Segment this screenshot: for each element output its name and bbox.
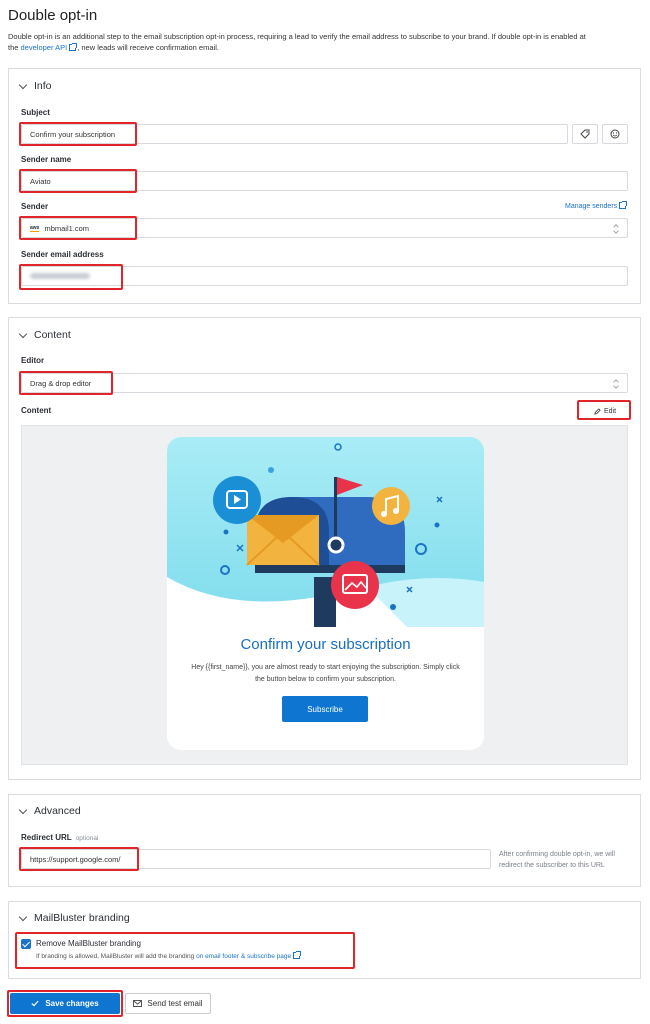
advanced-heading: Advanced: [34, 805, 81, 817]
content-heading: Content: [34, 329, 71, 341]
envelope-icon: [133, 1000, 143, 1007]
save-changes-label: Save changes: [45, 999, 99, 1008]
email-preview: Confirm your subscription Hey {{first_na…: [21, 425, 628, 765]
manage-senders-text: Manage senders: [565, 203, 618, 210]
branding-help-text: If branding is allowed, MailBluster will…: [36, 951, 302, 960]
chevron-down-icon: [18, 912, 28, 921]
select-arrows-icon: [613, 224, 619, 234]
developer-api-link[interactable]: developer API: [21, 43, 68, 52]
check-icon: [31, 1000, 39, 1007]
sender-name-label: Sender name: [21, 155, 72, 164]
redirect-url-label-text: Redirect URL: [21, 833, 72, 842]
save-changes-button[interactable]: Save changes: [10, 993, 120, 1014]
manage-senders-link[interactable]: Manage senders: [565, 201, 628, 210]
redirect-help-text: After confirming double opt-in, we will …: [499, 851, 615, 869]
branding-help-prefix: If branding is allowed, MailBluster will…: [36, 953, 197, 960]
send-test-email-button[interactable]: Send test email: [125, 993, 211, 1014]
preview-subscribe-button: Subscribe: [282, 696, 368, 722]
send-test-email-label: Send test email: [147, 999, 203, 1008]
info-panel: Info Subject Confirm your subscription S…: [8, 68, 641, 304]
preview-body: Hey {{first_name}}, you are almost ready…: [191, 664, 460, 683]
sender-label: Sender: [21, 202, 49, 211]
chevron-down-icon: [18, 805, 28, 814]
chevron-down-icon: [18, 80, 28, 89]
preview-title: Confirm your subscription: [240, 636, 411, 653]
personalization-tag-button[interactable]: [572, 124, 598, 144]
edit-label: Edit: [603, 408, 617, 415]
email-preview-card: Confirm your subscription Hey {{first_na…: [167, 437, 484, 750]
external-link-icon: [619, 201, 628, 209]
sender-name-value: Aviato: [30, 176, 51, 186]
remove-branding-checkbox[interactable]: [21, 939, 31, 949]
redacted-email: [30, 273, 90, 279]
sender-select[interactable]: aws mbmail1.com: [21, 218, 628, 238]
subject-label: Subject: [21, 108, 50, 117]
info-panel-toggle[interactable]: Info: [18, 80, 52, 92]
pencil-icon: [594, 408, 601, 415]
editor-value: Drag & drop editor: [30, 378, 92, 388]
page-description-tail: , new leads will receive confirmation em…: [77, 43, 219, 52]
edit-button[interactable]: Edit: [583, 403, 627, 420]
sender-email-input[interactable]: [21, 266, 628, 286]
redirect-url-label: Redirect URL optional: [21, 833, 98, 842]
sender-email-label: Sender email address: [21, 250, 104, 259]
editor-select[interactable]: Drag & drop editor: [21, 373, 628, 393]
subject-input[interactable]: Confirm your subscription: [21, 124, 568, 144]
branding-heading: MailBluster branding: [34, 912, 130, 924]
external-link-icon: [293, 951, 302, 959]
branding-highlight: [15, 932, 355, 969]
sender-name-input[interactable]: Aviato: [21, 171, 628, 191]
branding-panel: MailBluster branding Remove MailBluster …: [8, 901, 641, 979]
info-heading: Info: [34, 80, 52, 92]
emoji-icon: [610, 129, 620, 139]
subject-value: Confirm your subscription: [30, 129, 116, 139]
advanced-panel: Advanced Redirect URL optional https://su…: [8, 794, 641, 887]
page-description: Double opt-in is an additional step to t…: [8, 31, 588, 53]
optional-tag: optional: [75, 835, 99, 842]
chevron-down-icon: [18, 329, 28, 338]
sender-value: mbmail1.com: [44, 223, 90, 233]
branding-footer-link[interactable]: on email footer & subscribe page: [196, 953, 291, 960]
external-link-icon: [69, 43, 78, 51]
advanced-panel-toggle[interactable]: Advanced: [18, 805, 81, 817]
emoji-button[interactable]: [602, 124, 628, 144]
tag-icon: [580, 129, 590, 139]
page-title: Double opt-in: [8, 7, 98, 24]
content-panel-toggle[interactable]: Content: [18, 329, 71, 341]
select-arrows-icon: [613, 379, 619, 389]
editor-label: Editor: [21, 356, 45, 365]
redirect-url-input[interactable]: https://support.google.com/: [21, 849, 491, 869]
branding-panel-toggle[interactable]: MailBluster branding: [18, 912, 130, 924]
content-label: Content: [21, 406, 52, 415]
remove-branding-label[interactable]: Remove MailBluster branding: [36, 939, 141, 948]
content-panel: Content Editor Drag & drop editor Conten…: [8, 317, 641, 780]
mailbox-illustration: [167, 437, 484, 627]
aws-logo-icon: aws: [30, 224, 40, 232]
redirect-url-value: https://support.google.com/: [30, 854, 121, 864]
